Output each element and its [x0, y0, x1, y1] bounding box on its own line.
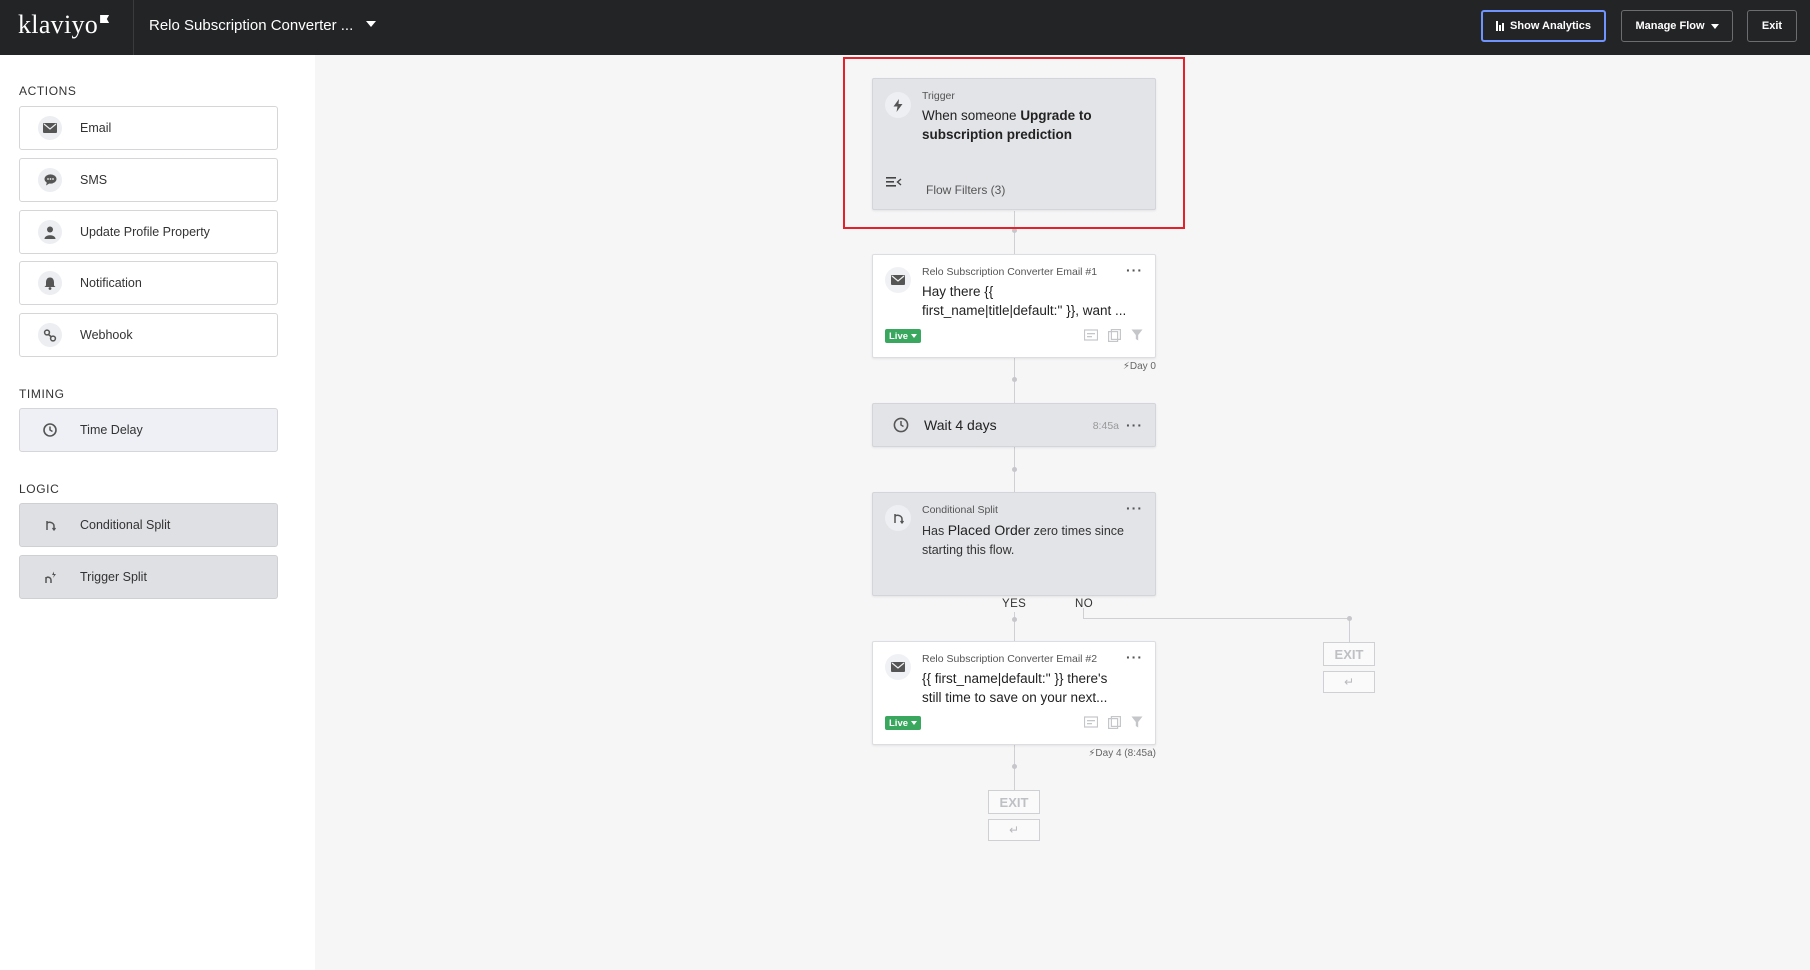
- copy-icon[interactable]: [1108, 329, 1122, 345]
- email-1-subject-line: first_name|title|default:'' }}, want ...: [922, 303, 1127, 318]
- sidebar-item-label: Update Profile Property: [80, 225, 210, 239]
- mail-icon: [38, 116, 62, 140]
- copy-icon[interactable]: [1108, 716, 1122, 732]
- connector-dot: [1012, 617, 1017, 622]
- return-arrow-icon: ↵: [1323, 671, 1375, 693]
- sidebar-item-email[interactable]: Email: [19, 106, 278, 150]
- filter-funnel-icon[interactable]: [1131, 716, 1143, 732]
- show-analytics-label: Show Analytics: [1510, 20, 1591, 32]
- connector-line: [1349, 618, 1350, 642]
- clock-icon: [893, 417, 909, 438]
- sidebar-item-label: SMS: [80, 173, 108, 187]
- flow-exit: EXIT: [988, 790, 1040, 814]
- email-2-quick-actions: [1083, 716, 1143, 732]
- sidebar: ACTIONS Email SMS Update Profile Propert…: [0, 55, 315, 970]
- flow-name[interactable]: Relo Subscription Converter ...: [149, 17, 353, 34]
- email-1-quick-actions: [1083, 329, 1143, 345]
- sidebar-item-label: Conditional Split: [80, 518, 171, 532]
- email-2-subject: {{ first_name|default:'' }} there's still…: [922, 669, 1141, 707]
- no-branch-line: [1083, 618, 1349, 619]
- exit-label: Exit: [1761, 20, 1783, 32]
- delay-text: Wait 4 days: [924, 417, 997, 433]
- exit-button[interactable]: Exit: [1747, 10, 1797, 42]
- email-2-subject-line: still time to save on your next...: [922, 690, 1108, 705]
- person-icon: [38, 220, 62, 244]
- split-description: Has Placed Order zero times since starti…: [922, 522, 1124, 557]
- clock-icon: [38, 418, 62, 442]
- more-options-icon[interactable]: ···: [1126, 501, 1143, 515]
- status-label: Live: [889, 717, 909, 729]
- connector-dot: [1347, 616, 1352, 621]
- connector-dot: [1012, 377, 1017, 382]
- connector-dot: [1012, 764, 1017, 769]
- sidebar-item-sms[interactable]: SMS: [19, 158, 278, 202]
- sidebar-item-conditional-split[interactable]: Conditional Split: [19, 503, 278, 547]
- email-card-2[interactable]: Relo Subscription Converter Email #2 ···…: [872, 641, 1156, 745]
- trigger-split-icon: [38, 565, 62, 589]
- logic-heading: LOGIC: [19, 482, 60, 496]
- time-delay-card[interactable]: Wait 4 days 8:45a ···: [872, 403, 1156, 447]
- sidebar-item-label: Trigger Split: [80, 570, 147, 584]
- return-arrow-icon: ↵: [988, 819, 1040, 841]
- manage-flow-button[interactable]: Manage Flow: [1621, 10, 1733, 42]
- email-2-status-dropdown[interactable]: Live: [885, 716, 922, 730]
- klaviyo-logo[interactable]: klaviyo: [18, 10, 110, 40]
- show-analytics-button[interactable]: Show Analytics: [1481, 10, 1606, 42]
- header-divider: [133, 0, 134, 55]
- flow-name-dropdown-icon[interactable]: [366, 21, 376, 27]
- bell-icon: [38, 271, 62, 295]
- mail-icon: [885, 654, 911, 680]
- sidebar-item-label: Notification: [80, 276, 142, 290]
- email-2-subject-line: {{ first_name|default:'' }} there's: [922, 671, 1108, 686]
- preview-icon[interactable]: [1083, 329, 1099, 345]
- more-options-icon[interactable]: ···: [1126, 418, 1143, 432]
- sidebar-item-label: Time Delay: [80, 423, 143, 437]
- lightning-icon: ⚡: [1122, 361, 1130, 372]
- sidebar-item-label: Email: [80, 121, 112, 135]
- chevron-down-icon: [911, 334, 918, 338]
- status-label: Live: [889, 330, 909, 342]
- split-icon: [885, 505, 911, 531]
- sidebar-item-update-profile-property[interactable]: Update Profile Property: [19, 210, 278, 254]
- email-1-status-dropdown[interactable]: Live: [885, 329, 922, 343]
- delay-time: 8:45a: [1092, 420, 1119, 432]
- email-1-subject-line: Hay there {{: [922, 284, 994, 299]
- no-branch-exit: EXIT: [1323, 642, 1375, 666]
- mail-icon: [885, 267, 911, 293]
- filter-funnel-icon[interactable]: [1131, 329, 1143, 345]
- no-branch-label: NO: [1075, 598, 1094, 610]
- email-1-subject: Hay there {{ first_name|title|default:'' …: [922, 282, 1141, 320]
- actions-heading: ACTIONS: [19, 84, 77, 98]
- sidebar-item-label: Webhook: [80, 328, 133, 342]
- webhook-icon: [38, 323, 62, 347]
- sidebar-item-trigger-split[interactable]: Trigger Split: [19, 555, 278, 599]
- conditional-split-card[interactable]: Conditional Split ··· Has Placed Order z…: [872, 492, 1156, 596]
- trigger-highlight-outline: [843, 57, 1185, 229]
- timing-heading: TIMING: [19, 387, 65, 401]
- sidebar-item-notification[interactable]: Notification: [19, 261, 278, 305]
- bar-chart-icon: [1496, 21, 1505, 31]
- top-bar: klaviyo Relo Subscription Converter ... …: [0, 0, 1810, 55]
- sidebar-item-time-delay[interactable]: Time Delay: [19, 408, 278, 452]
- email-card-1[interactable]: Relo Subscription Converter Email #1 ···…: [872, 254, 1156, 358]
- chat-icon: [38, 168, 62, 192]
- split-label: Conditional Split: [922, 504, 998, 516]
- more-options-icon[interactable]: ···: [1126, 263, 1143, 277]
- connector-dot: [1012, 467, 1017, 472]
- email-2-name: Relo Subscription Converter Email #2: [922, 653, 1098, 665]
- more-options-icon[interactable]: ···: [1126, 650, 1143, 664]
- split-icon: [38, 513, 62, 537]
- split-metric: Placed Order: [947, 522, 1031, 538]
- yes-branch-label: YES: [1002, 598, 1027, 610]
- sidebar-item-webhook[interactable]: Webhook: [19, 313, 278, 357]
- chevron-down-icon: [1710, 23, 1719, 29]
- email-2-day-label: ⚡Day 4 (8:45a): [1088, 748, 1156, 759]
- preview-icon[interactable]: [1083, 716, 1099, 732]
- email-1-name: Relo Subscription Converter Email #1: [922, 266, 1098, 278]
- manage-flow-label: Manage Flow: [1635, 20, 1705, 32]
- email-1-day-label: ⚡Day 0: [1122, 361, 1156, 372]
- chevron-down-icon: [911, 721, 918, 725]
